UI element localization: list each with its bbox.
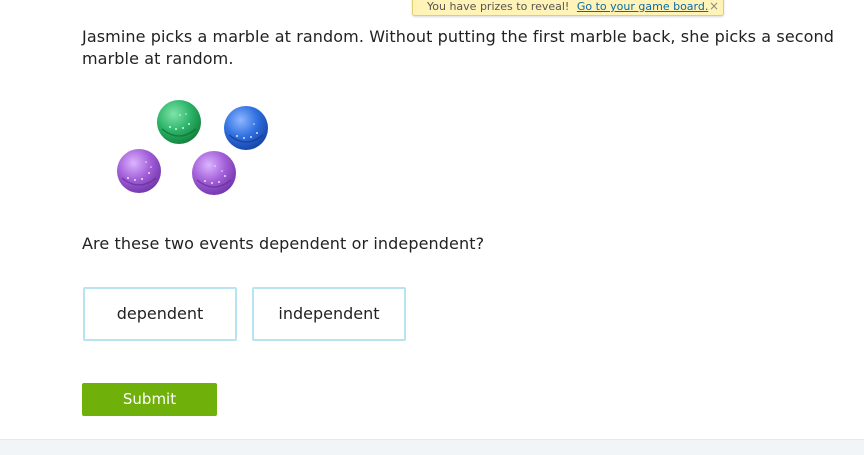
independent-choice-button[interactable]: independent xyxy=(252,287,406,341)
prize-banner: You have prizes to reveal! Go to your ga… xyxy=(412,0,724,16)
dependent-choice-button[interactable]: dependent xyxy=(83,287,237,341)
prize-banner-text: You have prizes to reveal! xyxy=(427,0,570,13)
purple-marble xyxy=(117,149,161,193)
purple-marble xyxy=(192,151,236,195)
green-marble xyxy=(157,100,201,144)
question-text: Jasmine picks a marble at random. Withou… xyxy=(82,27,835,68)
game-board-link[interactable]: Go to your game board. xyxy=(577,0,708,13)
close-icon[interactable]: × xyxy=(709,0,719,12)
dependence-prompt: Are these two events dependent or indepe… xyxy=(82,234,485,253)
footer-bar xyxy=(0,439,864,455)
blue-marble xyxy=(224,106,268,150)
marbles-illustration xyxy=(110,96,280,200)
submit-button[interactable]: Submit xyxy=(82,383,217,416)
